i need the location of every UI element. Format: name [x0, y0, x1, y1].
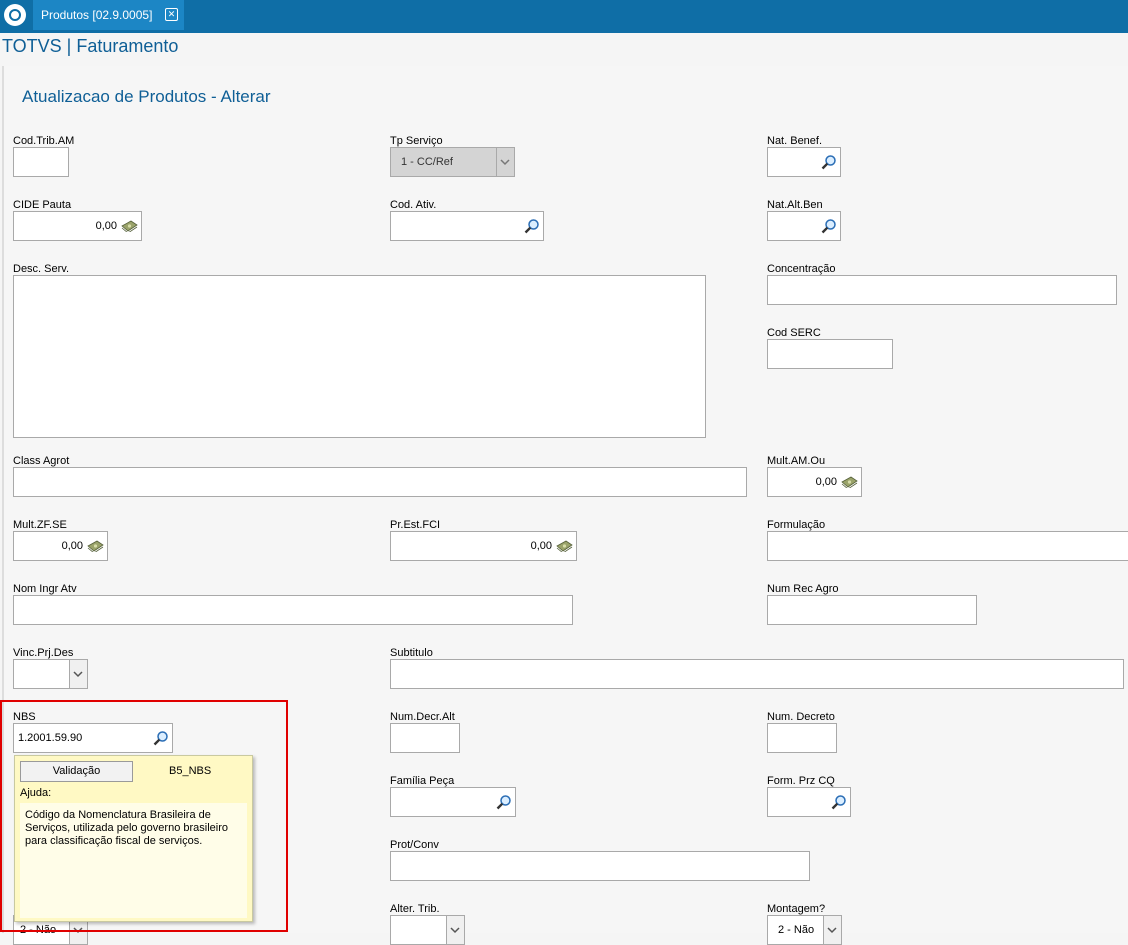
form-prz-cq-label: Form. Prz CQ [767, 775, 835, 787]
money-icon[interactable] [841, 476, 858, 488]
money-icon[interactable] [87, 540, 104, 552]
form-prz-cq-input[interactable] [767, 787, 851, 817]
concentracao-label: Concentração [767, 263, 836, 275]
mult-zf-se-value: 0,00 [61, 540, 83, 552]
chevron-down-icon[interactable] [69, 660, 87, 688]
desc-serv-textarea[interactable] [13, 275, 706, 438]
tab-title: Produtos [02.9.0005] [41, 8, 153, 22]
montagem-select[interactable]: 2 - Não [767, 915, 842, 945]
mult-am-ou-input[interactable]: 0,00 [767, 467, 862, 497]
nat-benef-label: Nat. Benef. [767, 135, 823, 147]
class-agrot-label: Class Agrot [13, 455, 70, 467]
vinc-prj-des-label: Vinc.Prj.Des [13, 647, 74, 659]
vinc-prj-des-select[interactable] [13, 659, 88, 689]
cide-pauta-label: CIDE Pauta [13, 199, 72, 211]
chevron-down-icon[interactable] [823, 916, 841, 944]
tab-produtos[interactable]: Produtos [02.9.0005] ✕ [33, 0, 184, 30]
search-icon[interactable] [524, 218, 540, 234]
num-rec-agro-label: Num Rec Agro [767, 583, 839, 595]
highlight-box [0, 700, 288, 932]
close-icon[interactable]: ✕ [165, 8, 178, 21]
search-icon[interactable] [831, 794, 847, 810]
num-rec-agro-input[interactable] [767, 595, 977, 625]
tp-servico-value: 1 - CC/Ref [401, 156, 453, 168]
mult-zf-se-input[interactable]: 0,00 [13, 531, 108, 561]
formulacao-input[interactable] [767, 531, 1128, 561]
money-icon[interactable] [121, 220, 138, 232]
nom-ingr-atv-label: Nom Ingr Atv [13, 583, 77, 595]
cod-ativ-label: Cod. Ativ. [390, 199, 437, 211]
alter-trib-label: Alter. Trib. [390, 903, 440, 915]
pr-est-fci-label: Pr.Est.FCI [390, 519, 441, 531]
nat-alt-ben-label: Nat.Alt.Ben [767, 199, 823, 211]
totvs-logo-icon [4, 4, 26, 26]
nat-alt-ben-input[interactable] [767, 211, 841, 241]
subtitulo-input[interactable] [390, 659, 1124, 689]
montagem-label: Montagem? [767, 903, 826, 915]
formulacao-label: Formulação [767, 519, 826, 531]
alter-trib-select[interactable] [390, 915, 465, 945]
concentracao-input[interactable] [767, 275, 1117, 305]
mult-zf-se-label: Mult.ZF.SE [13, 519, 67, 531]
num-decr-alt-label: Num.Decr.Alt [390, 711, 455, 723]
familia-peca-input[interactable] [390, 787, 516, 817]
header-divider [0, 30, 1128, 33]
page-title: Atualizacao de Produtos - Alterar [22, 87, 271, 106]
num-decr-alt-input[interactable] [390, 723, 460, 753]
cide-pauta-input[interactable]: 0,00 [13, 211, 142, 241]
tp-servico-label: Tp Serviço [390, 135, 443, 147]
class-agrot-input[interactable] [13, 467, 747, 497]
chevron-down-icon[interactable] [446, 916, 464, 944]
cod-trib-am-input[interactable] [13, 147, 69, 177]
pr-est-fci-value: 0,00 [530, 540, 552, 552]
cod-serc-input[interactable] [767, 339, 893, 369]
prot-conv-label: Prot/Conv [390, 839, 439, 851]
search-icon[interactable] [821, 218, 837, 234]
desc-serv-label: Desc. Serv. [13, 263, 70, 275]
top-bar: Produtos [02.9.0005] ✕ [0, 0, 1128, 30]
num-decreto-input[interactable] [767, 723, 837, 753]
montagem-value: 2 - Não [778, 924, 815, 936]
mult-am-ou-label: Mult.AM.Ou [767, 455, 826, 467]
nom-ingr-atv-input[interactable] [13, 595, 573, 625]
cod-ativ-input[interactable] [390, 211, 544, 241]
money-icon[interactable] [556, 540, 573, 552]
search-icon[interactable] [821, 154, 837, 170]
familia-peca-label: Família Peça [390, 775, 455, 787]
prot-conv-input[interactable] [390, 851, 810, 881]
tp-servico-select[interactable]: 1 - CC/Ref [390, 147, 515, 177]
search-icon[interactable] [496, 794, 512, 810]
mult-am-ou-value: 0,00 [815, 476, 837, 488]
pr-est-fci-input[interactable]: 0,00 [390, 531, 577, 561]
chevron-down-icon[interactable] [496, 148, 514, 176]
app-title: TOTVS | Faturamento [2, 36, 179, 56]
cod-trib-am-label: Cod.Trib.AM [13, 135, 75, 147]
num-decreto-label: Num. Decreto [767, 711, 835, 723]
cod-serc-label: Cod SERC [767, 327, 821, 339]
cide-pauta-value: 0,00 [95, 220, 117, 232]
nat-benef-input[interactable] [767, 147, 841, 177]
subtitulo-label: Subtitulo [390, 647, 433, 659]
